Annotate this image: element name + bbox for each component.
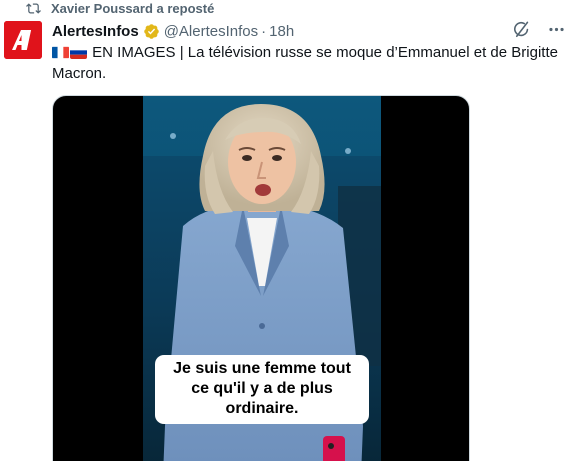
author-name[interactable]: AlertesInfos: [52, 23, 139, 40]
tweet-header: AlertesInfos @AlertesInfos · 18h: [52, 21, 294, 41]
repost-indicator[interactable]: Xavier Poussard a reposté: [26, 0, 214, 16]
verified-badge-icon: [143, 23, 159, 39]
tweet-body: EN IMAGES | La télévision russe se moque…: [52, 44, 558, 82]
grok-icon[interactable]: [512, 20, 531, 39]
video-player[interactable]: Je suis une femme tout ce qu'il y a de p…: [52, 95, 470, 461]
video-caption: Je suis une femme tout ce qu'il y a de p…: [155, 355, 369, 424]
repost-label: Xavier Poussard a reposté: [51, 0, 215, 16]
repost-icon: [26, 1, 41, 16]
header-actions: [512, 20, 566, 39]
avatar[interactable]: [4, 21, 42, 59]
more-options-icon[interactable]: [547, 20, 566, 39]
tweet-card[interactable]: Xavier Poussard a reposté AlertesInfos @…: [0, 0, 572, 461]
header-separator: ·: [261, 22, 267, 40]
french-flag-icon: [52, 46, 69, 59]
author-handle[interactable]: @AlertesInfos: [164, 23, 258, 40]
tweet-text: EN IMAGES | La télévision russe se moque…: [52, 42, 564, 84]
timestamp[interactable]: 18h: [269, 23, 294, 40]
russian-flag-icon: [70, 46, 87, 59]
